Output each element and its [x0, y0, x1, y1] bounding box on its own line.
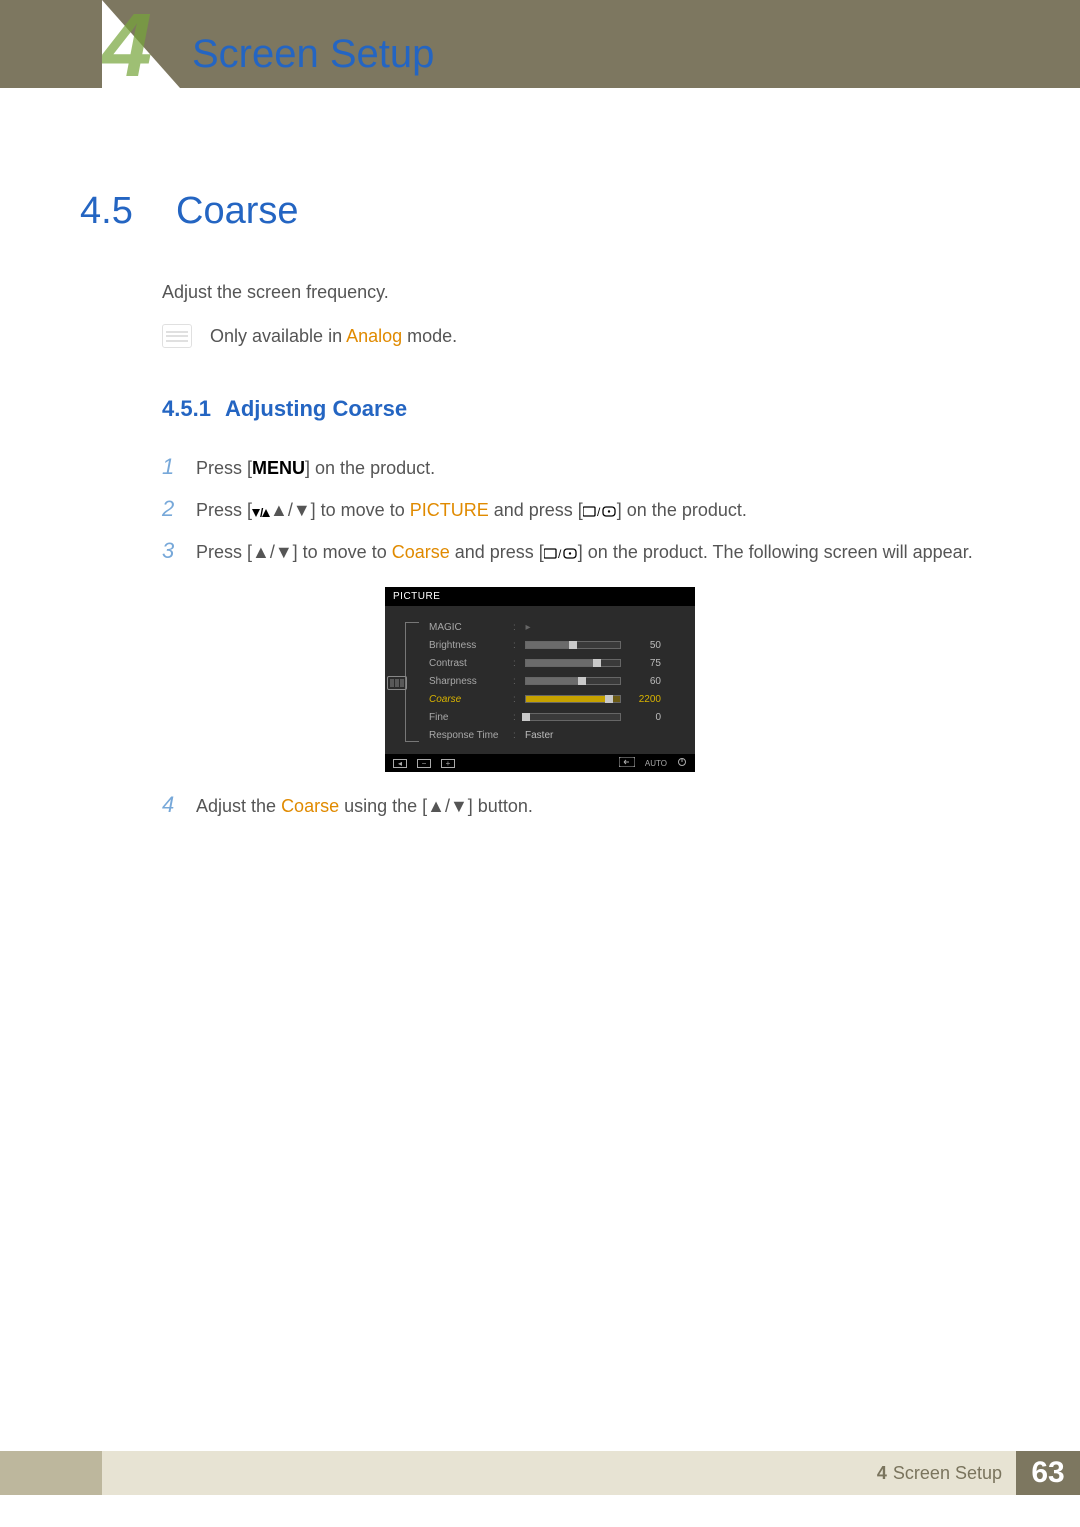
footer-chapter-number: 4	[877, 1463, 887, 1484]
osd-text-value: Faster	[525, 730, 553, 741]
osd-row: Sharpness:60	[429, 672, 685, 690]
section-heading: 4.5 Coarse	[80, 190, 1000, 233]
step-2: 2 Press [/▲/▼] to move to PICTURE and pr…	[162, 488, 1000, 530]
osd-row-label: Coarse	[429, 694, 507, 705]
osd-back-icon: ◂	[393, 759, 407, 768]
subsection-title: Adjusting Coarse	[225, 396, 407, 422]
chapter-number: 4	[102, 0, 148, 88]
osd-value: 75	[627, 658, 661, 669]
step-4: 4 Adjust the Coarse using the [▲/▼] butt…	[162, 784, 1000, 826]
chapter-badge: 4	[102, 0, 180, 88]
osd-value: 50	[627, 640, 661, 651]
osd-row: Brightness:50	[429, 636, 685, 654]
up-down-icon: /▲/▼	[252, 500, 311, 520]
chevron-right-icon: ▸	[525, 622, 531, 633]
osd-value: 60	[627, 676, 661, 687]
osd-row: Response Time:Faster	[429, 726, 685, 744]
osd-row-label: MAGIC	[429, 622, 507, 633]
subsection-number: 4.5.1	[162, 396, 211, 422]
subsection-heading: 4.5.1 Adjusting Coarse	[162, 396, 1000, 422]
osd-row: Coarse:2200	[429, 690, 685, 708]
osd-value: 0	[627, 712, 661, 723]
osd-slider	[525, 677, 621, 685]
osd-minus-icon: −	[417, 759, 431, 768]
note: Only available in Analog mode.	[162, 324, 1000, 348]
osd-row-label: Sharpness	[429, 676, 507, 687]
svg-text:/: /	[260, 507, 264, 519]
osd-row: MAGIC:▸	[429, 618, 685, 636]
osd-screenshot: PICTURE MAGIC:▸Brightness:50Contrast:75S…	[385, 587, 695, 772]
steps-list: 1 Press [MENU] on the product. 2 Press […	[162, 446, 1000, 571]
page-number: 63	[1016, 1451, 1080, 1495]
svg-text:/: /	[597, 505, 601, 519]
note-icon	[162, 324, 192, 348]
osd-row-label: Contrast	[429, 658, 507, 669]
intro-text: Adjust the screen frequency.	[162, 279, 1000, 306]
osd-row: Fine:0	[429, 708, 685, 726]
osd-title: PICTURE	[385, 587, 695, 606]
step-3: 3 Press [▲/▼] to move to Coarse and pres…	[162, 530, 1000, 572]
svg-text:/: /	[558, 547, 562, 561]
osd-slider	[525, 695, 621, 703]
up-down-icon: ▲/▼	[252, 542, 293, 562]
osd-plus-icon: +	[441, 759, 455, 768]
osd-row-label: Fine	[429, 712, 507, 723]
osd-footer: ◂ − + AUTO	[385, 754, 695, 772]
osd-slider	[525, 713, 621, 721]
osd-row: Contrast:75	[429, 654, 685, 672]
osd-power-icon	[677, 757, 687, 769]
osd-row-label: Brightness	[429, 640, 507, 651]
section-title: Coarse	[176, 190, 299, 233]
section-number: 4.5	[80, 190, 152, 233]
osd-slider	[525, 641, 621, 649]
steps-list-cont: 4 Adjust the Coarse using the [▲/▼] butt…	[162, 784, 1000, 826]
page-title: Screen Setup	[192, 32, 434, 77]
osd-auto-label: AUTO	[645, 759, 667, 768]
footer: 4 Screen Setup 63	[0, 1451, 1080, 1495]
footer-chapter-title: Screen Setup	[893, 1463, 1002, 1484]
osd-tab-icon	[387, 676, 407, 690]
osd-slider	[525, 659, 621, 667]
osd-value: 2200	[627, 694, 661, 705]
select-icon: /	[583, 500, 617, 520]
osd-row-label: Response Time	[429, 730, 507, 741]
osd-enter-icon	[619, 757, 635, 769]
select-icon: /	[544, 542, 578, 562]
up-down-icon: ▲/▼	[427, 796, 468, 816]
step-1: 1 Press [MENU] on the product.	[162, 446, 1000, 488]
note-text: Only available in Analog mode.	[210, 326, 457, 347]
